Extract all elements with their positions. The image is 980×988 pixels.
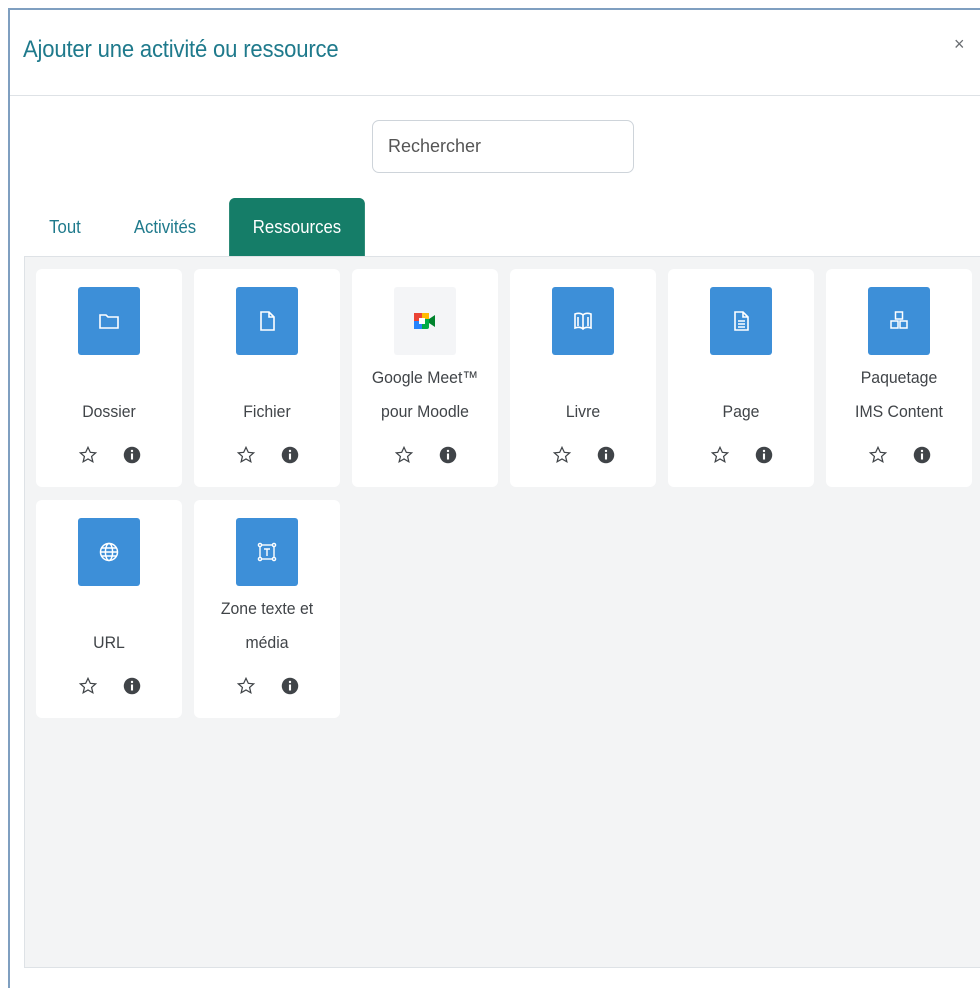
- folder-icon: [78, 287, 140, 355]
- module-card-file[interactable]: Fichier: [194, 269, 340, 487]
- module-card-book[interactable]: Livre: [510, 269, 656, 487]
- info-icon[interactable]: [281, 677, 299, 695]
- info-icon[interactable]: [281, 446, 299, 464]
- modal-title: Ajouter une activité ou ressource: [23, 36, 339, 63]
- module-name: Fichier: [243, 402, 291, 421]
- tab-bar: Tout Activités Ressources: [10, 198, 980, 256]
- file-icon: [236, 287, 298, 355]
- search-input[interactable]: [372, 120, 634, 173]
- star-icon[interactable]: [868, 445, 888, 465]
- module-card-ims-content[interactable]: Paquetage IMS Content: [826, 269, 972, 487]
- star-icon[interactable]: [78, 445, 98, 465]
- module-card-google-meet[interactable]: Google Meet™ pour Moodle: [352, 269, 498, 487]
- tab-activities[interactable]: Activités: [119, 198, 212, 256]
- modal-header: Ajouter une activité ou ressource ×: [10, 10, 980, 96]
- module-name-line2: IMS Content: [855, 402, 943, 421]
- info-icon[interactable]: [123, 446, 141, 464]
- module-name: Paquetage: [860, 368, 938, 387]
- module-name-line2: média: [245, 633, 289, 652]
- info-icon[interactable]: [439, 446, 457, 464]
- module-name: Zone texte et: [220, 599, 314, 618]
- module-name: Dossier: [82, 402, 136, 421]
- book-icon: [552, 287, 614, 355]
- star-icon[interactable]: [78, 676, 98, 696]
- star-icon[interactable]: [236, 445, 256, 465]
- star-icon[interactable]: [552, 445, 572, 465]
- add-activity-modal: Ajouter une activité ou ressource × Tout…: [8, 8, 980, 988]
- text-media-icon: [236, 518, 298, 586]
- ims-package-icon: [868, 287, 930, 355]
- info-icon[interactable]: [123, 677, 141, 695]
- module-name: Page: [722, 402, 760, 421]
- module-card-text-media[interactable]: Zone texte et média: [194, 500, 340, 718]
- page-icon: [710, 287, 772, 355]
- module-card-url[interactable]: URL: [36, 500, 182, 718]
- module-name: Livre: [565, 402, 601, 421]
- star-icon[interactable]: [710, 445, 730, 465]
- module-card-page[interactable]: Page: [668, 269, 814, 487]
- star-icon[interactable]: [394, 445, 414, 465]
- module-name-line2: pour Moodle: [381, 402, 469, 421]
- globe-icon: [78, 518, 140, 586]
- info-icon[interactable]: [755, 446, 773, 464]
- modules-panel: Dossier Fichier Google Meet™ pour Moodle…: [24, 256, 980, 968]
- module-name: URL: [93, 633, 125, 652]
- info-icon[interactable]: [597, 446, 615, 464]
- star-icon[interactable]: [236, 676, 256, 696]
- google-meet-icon: [394, 287, 456, 355]
- close-icon[interactable]: ×: [954, 34, 965, 55]
- module-card-folder[interactable]: Dossier: [36, 269, 182, 487]
- tab-resources[interactable]: Ressources: [229, 198, 365, 256]
- tab-all[interactable]: Tout: [32, 198, 97, 256]
- info-icon[interactable]: [913, 446, 931, 464]
- module-name: Google Meet™: [371, 368, 479, 387]
